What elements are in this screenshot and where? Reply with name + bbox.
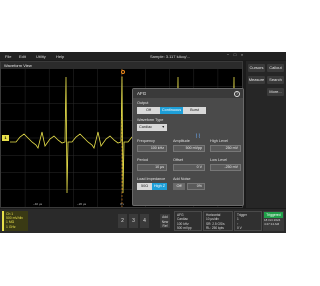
horizontal-badge[interactable]: Horizontal 10 µs/div SR: 2.5 GS/s RL: 25… bbox=[203, 211, 233, 231]
time-text: 4:27:14 AM bbox=[264, 221, 280, 226]
afg-badge-line: 500 mVpp bbox=[177, 225, 192, 230]
high-level-label: High Level bbox=[210, 139, 228, 143]
load-50-ohm-button[interactable]: 50Ω bbox=[137, 183, 152, 190]
menu-edit[interactable]: Edit bbox=[19, 54, 26, 59]
channel-1-badge[interactable]: Ch 1 500 mV/div 1 MΩ 1 GHz bbox=[2, 211, 28, 231]
menu-help[interactable]: Help bbox=[56, 54, 64, 59]
menu-bar: File Edit Utility Help Sample: 3.117 kAc… bbox=[0, 52, 286, 60]
chevron-down-icon: ▼ bbox=[161, 125, 165, 129]
period-field[interactable]: 10 µs bbox=[137, 164, 167, 171]
output-continuous-button[interactable]: Continuous bbox=[160, 107, 183, 114]
minimize-icon[interactable]: − bbox=[225, 52, 231, 58]
amplitude-label: Amplitude bbox=[173, 139, 190, 143]
time-label: −20 µs bbox=[77, 202, 87, 206]
add-noise-toggle[interactable]: Off bbox=[173, 183, 185, 190]
time-label: −40 µs bbox=[33, 202, 43, 206]
load-high-z-button[interactable]: High Z bbox=[152, 183, 167, 190]
callout-button[interactable]: Callout bbox=[267, 64, 284, 72]
search-button[interactable]: Search bbox=[267, 76, 284, 84]
new-ref-line: Ref bbox=[162, 224, 168, 228]
add-new-ref-button[interactable]: Add New Ref bbox=[160, 214, 170, 228]
offset-label: Offset bbox=[173, 158, 184, 162]
trigger-badge[interactable]: Trigger 1 ↑ 0 V bbox=[234, 211, 262, 231]
high-level-field[interactable]: 250 mV bbox=[210, 145, 241, 152]
offset-field[interactable]: 0 V bbox=[173, 164, 205, 171]
more-button[interactable]: More... bbox=[267, 88, 284, 96]
dialog-title: AFG bbox=[133, 89, 243, 98]
amplitude-field[interactable]: 500 mVpp bbox=[173, 145, 205, 152]
oscilloscope-screen: File Edit Utility Help Sample: 3.117 kAc… bbox=[0, 52, 286, 233]
right-panel: Cursors Callout Measure Search More... bbox=[246, 61, 286, 208]
frequency-label: Frequency bbox=[137, 139, 155, 143]
channel-1-level-marker[interactable]: 1 bbox=[2, 135, 9, 141]
channel-4-button[interactable]: 4 bbox=[140, 214, 149, 228]
trigger-badge-line: 0 V bbox=[237, 225, 242, 230]
help-icon[interactable]: ? bbox=[234, 90, 240, 97]
afg-badge[interactable]: AFG Cardiac 100 kHz 500 mVpp bbox=[174, 211, 202, 231]
menu-file[interactable]: File bbox=[5, 54, 11, 59]
waveform-type-value: Cardiac bbox=[139, 125, 153, 129]
output-burst-button[interactable]: Burst bbox=[183, 107, 206, 114]
acquisition-status: Sample: 3.117 kAcq/... bbox=[150, 53, 190, 59]
frequency-field[interactable]: 100 kHz bbox=[137, 145, 167, 152]
add-noise-field[interactable]: 0% bbox=[187, 183, 205, 190]
output-label: Output bbox=[137, 101, 149, 105]
trigger-position-marker[interactable] bbox=[121, 70, 125, 74]
menu-utility[interactable]: Utility bbox=[36, 54, 46, 59]
trigger-status: Triggered 18 Oct 2024 4:27:14 AM bbox=[263, 211, 284, 231]
ch1-bandwidth: 1 GHz bbox=[6, 224, 16, 229]
low-level-label: Low Level bbox=[210, 158, 228, 162]
waveform-view-title: Waveform View bbox=[1, 62, 242, 69]
close-icon[interactable]: × bbox=[239, 52, 245, 58]
time-label: 0 s bbox=[120, 202, 125, 206]
measure-button[interactable]: Measure bbox=[248, 76, 265, 84]
cardiac-waveform-icon: ⌇⌇ bbox=[195, 134, 201, 140]
load-impedance-label: Load Impedance bbox=[137, 177, 166, 181]
cursors-button[interactable]: Cursors bbox=[248, 64, 265, 72]
maximize-icon[interactable]: □ bbox=[232, 52, 238, 58]
afg-dialog: AFG ? Output Off Continuous Burst Wavefo… bbox=[132, 88, 244, 206]
period-label: Period bbox=[137, 158, 148, 162]
horizontal-badge-line: RL: 250 kpts bbox=[206, 225, 224, 230]
channel-2-button[interactable]: 2 bbox=[118, 214, 127, 228]
waveform-type-dropdown[interactable]: Cardiac ▼ bbox=[137, 124, 167, 131]
channel-3-button[interactable]: 3 bbox=[129, 214, 138, 228]
window-controls: − □ × bbox=[224, 52, 245, 60]
add-noise-label: Add Noise bbox=[173, 177, 191, 181]
low-level-field[interactable]: -250 mV bbox=[210, 164, 241, 171]
waveform-type-label: Waveform Type bbox=[137, 118, 164, 122]
badge-bar: Ch 1 500 mV/div 1 MΩ 1 GHz 2 3 4 Add New… bbox=[0, 209, 286, 233]
output-off-button[interactable]: Off bbox=[137, 107, 160, 114]
date-time: 18 Oct 2024 4:27:14 AM bbox=[264, 218, 280, 227]
